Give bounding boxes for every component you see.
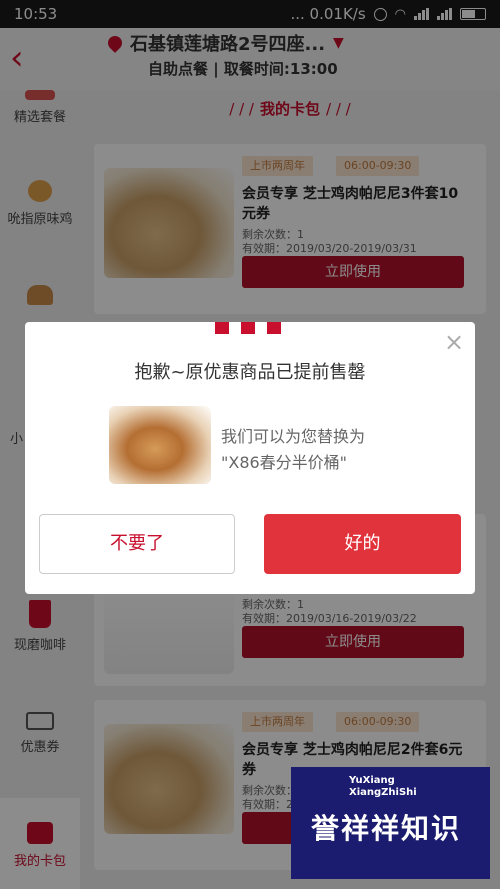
dialog-message-line2: "X86春分半价桶" <box>221 453 348 472</box>
dialog-title: 抱歉~原优惠商品已提前售罄 <box>134 362 366 383</box>
brand-stripes <box>215 322 281 334</box>
watermark-pinyin-1: YuXiang <box>349 775 395 786</box>
sold-out-dialog: × 抱歉~原优惠商品已提前售罄 我们可以为您替换为 "X86春分半价桶" 不要了… <box>25 322 475 594</box>
cancel-button[interactable]: 不要了 <box>39 514 235 574</box>
watermark-text: 誉祥祥知识 <box>311 812 462 845</box>
confirm-button[interactable]: 好的 <box>264 514 461 574</box>
watermark-logo: YuXiang XiangZhiShi 誉祥祥知识 <box>291 767 490 879</box>
close-icon[interactable]: × <box>443 330 465 354</box>
dialog-message: 我们可以为您替换为 "X86春分半价桶" <box>221 424 365 476</box>
dialog-message-line1: 我们可以为您替换为 <box>221 427 366 446</box>
bucket-meal-image <box>109 406 211 484</box>
watermark-pinyin-2: XiangZhiShi <box>349 787 417 798</box>
